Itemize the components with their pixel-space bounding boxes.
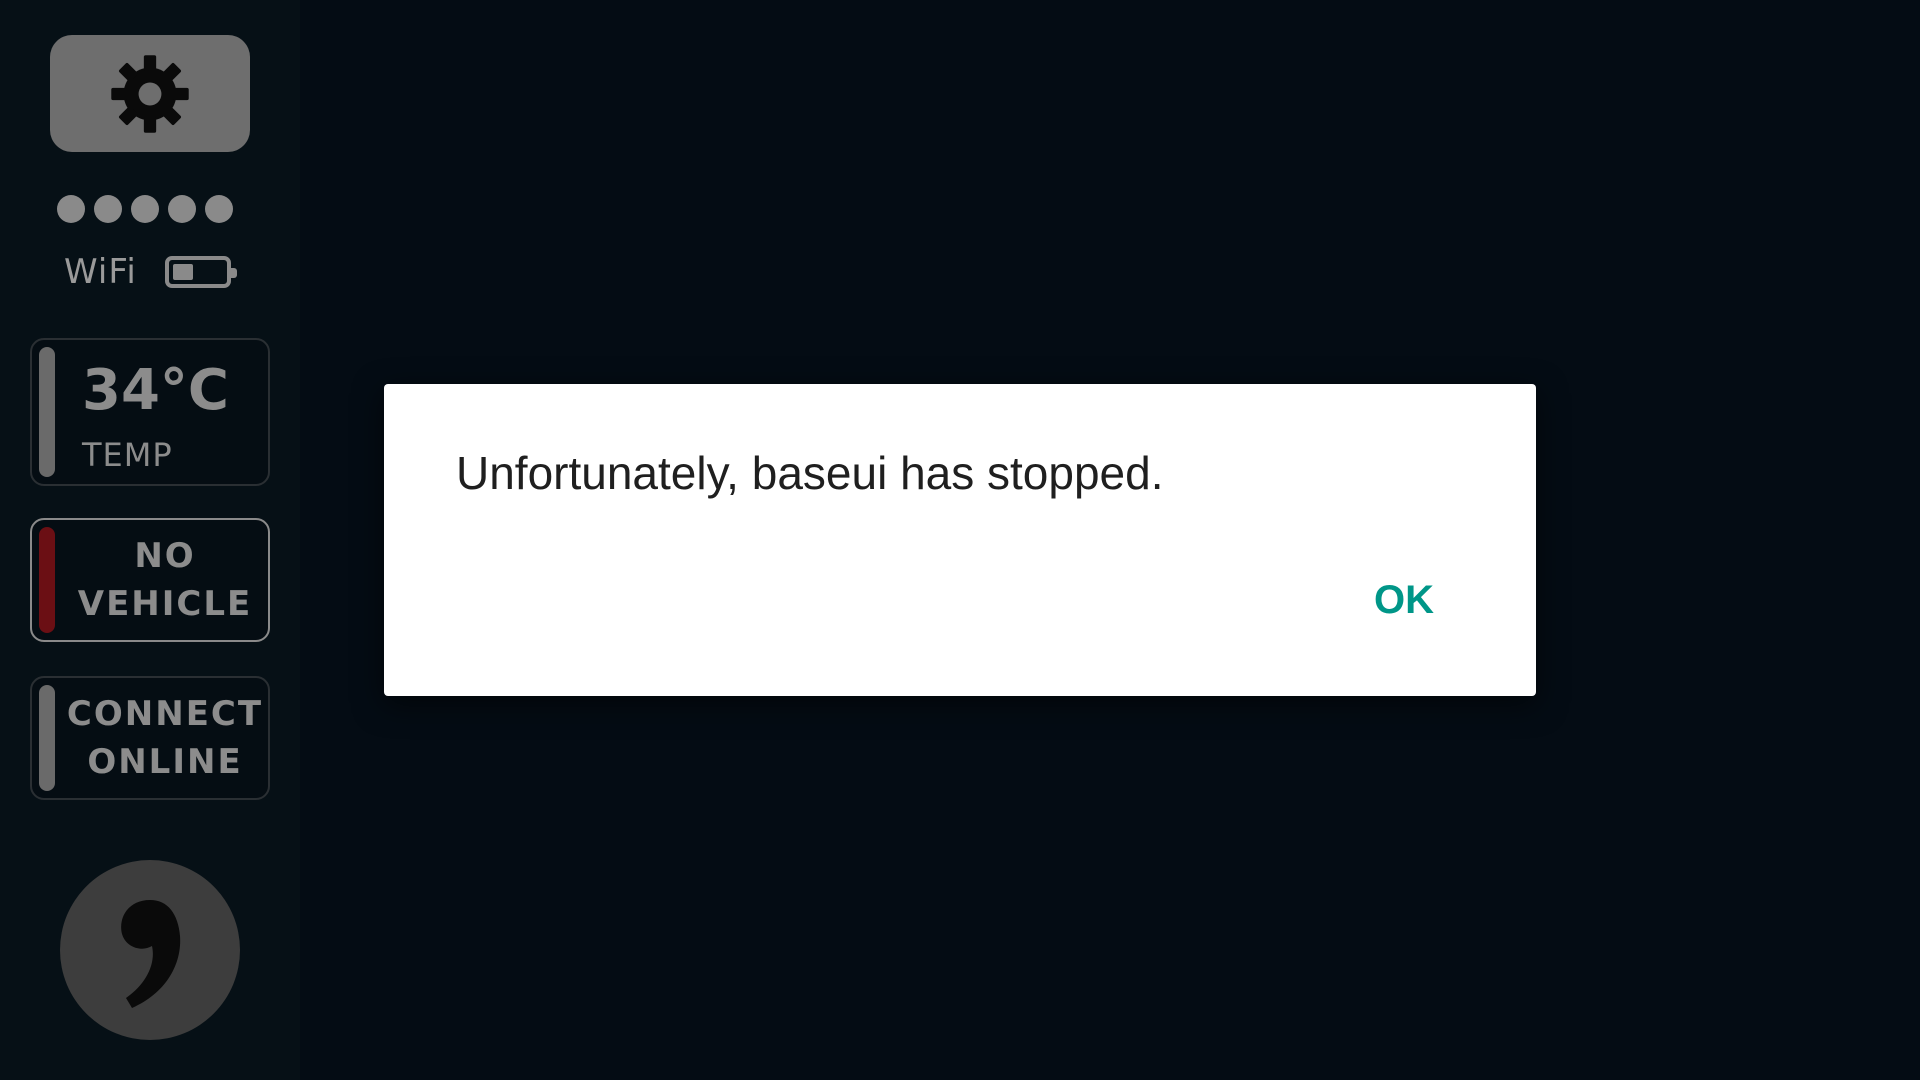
- signal-strength-indicator: [57, 195, 233, 223]
- gear-icon: [111, 54, 189, 133]
- connect-status-line2: ONLINE: [87, 742, 243, 782]
- sidebar: WiFi 34°C TEMP NO VEHICLE CONNECT ONLINE: [0, 0, 300, 1080]
- status-stripe: [39, 527, 55, 633]
- signal-dot: [168, 195, 196, 223]
- temperature-value: 34°C: [82, 358, 230, 423]
- home-button[interactable]: [60, 860, 240, 1040]
- ok-button[interactable]: OK: [1362, 572, 1446, 629]
- signal-dot: [131, 195, 159, 223]
- battery-level: [172, 264, 193, 280]
- status-stripe: [39, 347, 55, 477]
- temperature-label: TEMP: [82, 436, 173, 474]
- comma-logo-icon: [121, 900, 181, 1008]
- dialog-message: Unfortunately, baseui has stopped.: [456, 447, 1164, 499]
- temperature-tile: 34°C TEMP: [30, 338, 270, 486]
- error-dialog: Unfortunately, baseui has stopped. OK: [384, 384, 1536, 696]
- vehicle-status-line2: VEHICLE: [77, 584, 253, 624]
- network-status: WiFi: [64, 252, 237, 292]
- vehicle-status-line1: NO: [134, 536, 196, 576]
- wifi-label: WiFi: [64, 252, 137, 292]
- status-stripe: [39, 685, 55, 791]
- signal-dot: [94, 195, 122, 223]
- settings-button[interactable]: [50, 35, 250, 152]
- signal-dot: [205, 195, 233, 223]
- connect-status-tile: CONNECT ONLINE: [30, 676, 270, 800]
- vehicle-status-tile: NO VEHICLE: [30, 518, 270, 642]
- app-screen: WiFi 34°C TEMP NO VEHICLE CONNECT ONLINE: [0, 0, 1920, 1080]
- battery-icon: [164, 256, 237, 288]
- signal-dot: [57, 195, 85, 223]
- connect-status-line1: CONNECT: [66, 694, 264, 734]
